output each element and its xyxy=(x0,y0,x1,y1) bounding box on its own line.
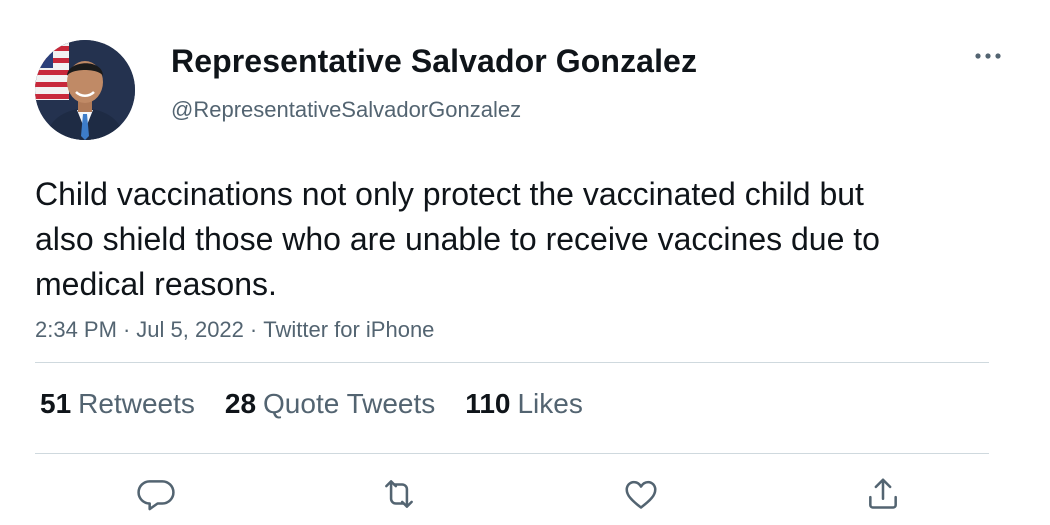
retweet-icon xyxy=(385,480,413,508)
tweet-card: Representative Salvador Gonzalez @Repres… xyxy=(0,0,1050,525)
tweet-text: Child vaccinations not only protect the … xyxy=(35,176,880,302)
likes-label: Likes xyxy=(517,388,583,419)
user-handle[interactable]: @RepresentativeSalvadorGonzalez xyxy=(171,97,521,123)
tweet-date[interactable]: Jul 5, 2022 xyxy=(136,317,244,342)
more-options-button[interactable] xyxy=(968,40,1008,72)
display-name[interactable]: Representative Salvador Gonzalez xyxy=(171,43,697,80)
action-bar xyxy=(0,472,1050,518)
share-icon xyxy=(869,478,897,509)
tweet-source[interactable]: Twitter for iPhone xyxy=(263,317,434,342)
avatar-photo xyxy=(35,40,135,140)
separator-dot: · xyxy=(249,317,258,342)
reply-button[interactable] xyxy=(134,472,178,516)
divider xyxy=(35,453,989,454)
like-button[interactable] xyxy=(619,472,663,516)
quotes-count: 28 xyxy=(224,388,257,419)
share-button[interactable] xyxy=(861,472,905,516)
retweet-button[interactable] xyxy=(377,472,421,516)
quotes-label: Quote Tweets xyxy=(263,388,436,419)
tweet-time[interactable]: 2:34 PM xyxy=(35,317,117,342)
retweets-count: 51 xyxy=(40,388,72,419)
likes-stat[interactable]: 110 Likes xyxy=(465,388,583,420)
retweets-label: Retweets xyxy=(78,388,195,419)
quote-tweets-stat[interactable]: 28 Quote Tweets xyxy=(225,388,435,420)
engagement-stats: 51 Retweets 28 Quote Tweets 110 Likes xyxy=(40,388,583,420)
reply-icon xyxy=(137,480,175,511)
heart-icon xyxy=(625,480,657,509)
retweets-stat[interactable]: 51 Retweets xyxy=(40,388,195,420)
divider xyxy=(35,362,989,363)
avatar[interactable] xyxy=(35,40,135,140)
separator-dot: · xyxy=(122,317,131,342)
likes-count: 110 xyxy=(465,388,511,419)
more-icon xyxy=(975,53,1001,59)
tweet-metadata: 2:34 PM · Jul 5, 2022 · Twitter for iPhone xyxy=(35,317,434,343)
